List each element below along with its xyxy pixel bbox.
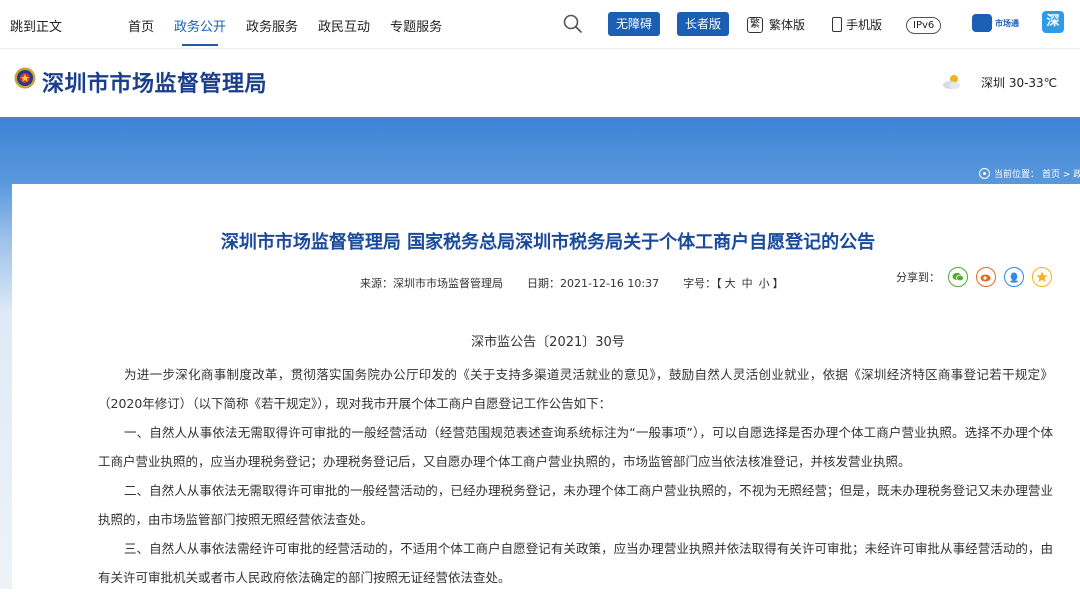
breadcrumb-trail[interactable]: 首页 > 政 [1042,167,1080,180]
share-label: 分享到： [896,271,940,284]
sun-cloud-icon [943,75,960,89]
qq-icon[interactable] [1004,267,1024,287]
top-navigation-bar: 跳到正文 首页 政务公开 政务服务 政民互动 专题服务 无障碍 长者版 繁 繁体… [0,0,1080,49]
font-size-control: 字号：【大中小】 [683,275,784,291]
search-icon[interactable] [562,13,584,35]
font-size-label: 字号：【 [683,277,722,290]
elder-mode-button[interactable]: 长者版 [677,12,730,36]
site-header: 深圳市市场监督管理局 深圳 30-33℃ [0,49,1080,117]
font-size-large[interactable]: 大 [725,277,736,290]
market-app-label: 市场通 [995,18,1019,28]
article-date: 日期：2021-12-16 10:37 [527,277,660,290]
article-paragraph: 二、自然人从事依法无需取得许可审批的一般经营活动的，已经办理税务登记，未办理个体… [98,483,1053,527]
mobile-version-button[interactable]: 手机版 [832,16,882,33]
shenzhen-app-icon[interactable]: 深 [1042,11,1064,33]
article-card: 深圳市市场监督管理局 国家税务总局深圳市税务局关于个体工商户自愿登记的公告 来源… [12,184,1080,589]
mobile-label: 手机版 [846,18,883,32]
article-paragraph: 为进一步深化商事制度改革，贯彻落实国务院办公厅印发的《关于支持多渠道灵活就业的意… [98,367,1053,411]
police-emblem-icon [14,67,36,89]
nav-item-gov-services[interactable]: 政务服务 [246,0,298,48]
article-paragraph: 一、自然人从事依法无需取得许可审批的一般经营活动（经营范围规范表述查询系统标注为… [98,425,1053,469]
skip-to-content-link[interactable]: 跳到正文 [10,16,62,35]
market-app-icon [972,14,992,32]
weibo-icon[interactable] [976,267,996,287]
nav-item-special-services[interactable]: 专题服务 [390,0,442,48]
article-meta: 来源：深圳市市场监督管理局 日期：2021-12-16 10:37 字号：【大中… [360,275,784,291]
wechat-icon[interactable] [948,267,968,287]
breadcrumb-label: 当前位置： [994,170,1040,180]
font-size-close: 】 [772,277,784,290]
location-pin-icon [979,168,990,179]
ipv6-badge[interactable]: IPv6 [906,17,942,34]
share-bar: 分享到： [896,267,1060,287]
breadcrumb: 当前位置： 首页 > 政 [979,167,1080,180]
traditional-chinese-button[interactable]: 繁 繁体版 [747,16,805,33]
phone-icon [832,17,842,32]
accessibility-button[interactable]: 无障碍 [608,12,661,36]
nav-item-gov-affairs-public[interactable]: 政务公开 [174,0,226,48]
site-title[interactable]: 深圳市市场监督管理局 [42,66,267,98]
article-title: 深圳市市场监督管理局 国家税务总局深圳市税务局关于个体工商户自愿登记的公告 [220,232,876,253]
document-number: 深市监公告〔2021〕30号 [471,335,625,350]
nav-item-home[interactable]: 首页 [128,0,154,48]
article-paragraph: 三、自然人从事依法需经许可审批的经营活动的，不适用个体工商户自愿登记有关政策，应… [98,541,1053,585]
main-nav: 首页 政务公开 政务服务 政民互动 专题服务 [128,0,462,48]
article-source: 来源：深圳市市场监督管理局 [360,277,503,290]
font-size-small[interactable]: 小 [759,277,770,290]
market-app-link[interactable]: 市场通 [972,12,1019,34]
weather-text: 深圳 30-33℃ [981,76,1058,90]
font-size-medium[interactable]: 中 [742,277,753,290]
traditional-label: 繁体版 [769,18,806,32]
nav-item-interaction[interactable]: 政民互动 [318,0,370,48]
traditional-icon: 繁 [747,16,763,33]
qzone-icon[interactable] [1032,267,1052,287]
article-body: 为进一步深化商事制度改革，贯彻落实国务院办公厅印发的《关于支持多渠道灵活就业的意… [98,360,1053,592]
